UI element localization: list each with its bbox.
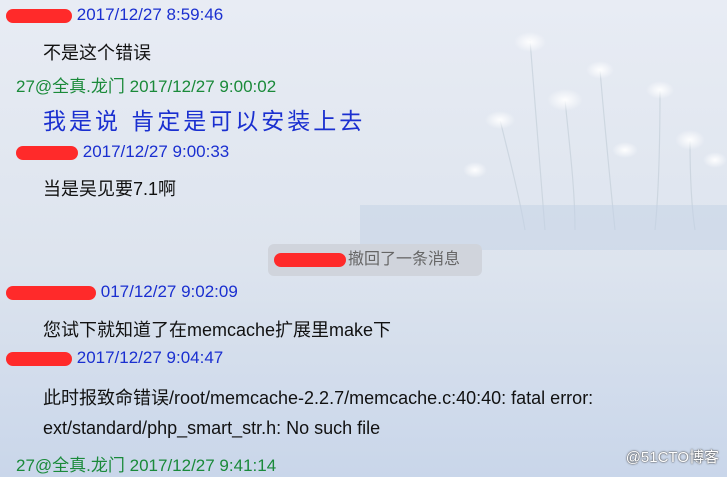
message-timestamp: 017/12/27 9:02:09 [100, 282, 238, 301]
redacted-sender-name [274, 252, 346, 267]
sender-name: 27@全真.龙门 [16, 77, 125, 96]
message-text: 当是吴见要7.1啊 [43, 179, 177, 199]
redacted-sender-name [6, 351, 72, 366]
message-timestamp: 2017/12/27 9:00:33 [82, 142, 230, 161]
message-text: 不是这个错误 [43, 43, 151, 63]
watermark: @51CTO博客 [625, 449, 719, 466]
redacted-sender-name [6, 8, 72, 23]
background-flowers-image [360, 32, 727, 250]
message-text-line-1: 此时报致命错误/root/memcache-2.2.7/memcache.c:4… [43, 388, 594, 408]
redacted-sender-name [6, 285, 96, 300]
message-text: 您试下就知道了在memcache扩展里make下 [43, 320, 392, 340]
recall-notice-text: 撤回了一条消息 [348, 251, 461, 268]
recall-notice: 撤回了一条消息 [268, 244, 482, 276]
redacted-sender-name [16, 145, 78, 160]
message-timestamp: 2017/12/27 9:04:47 [76, 348, 224, 367]
message-text-large: 我是说 肯定是可以安装上去 [43, 109, 366, 135]
message-text-line-2: ext/standard/php_smart_str.h: No such fi… [43, 418, 381, 438]
message-timestamp: 2017/12/27 9:41:14 [129, 456, 277, 475]
message-timestamp: 2017/12/27 9:00:02 [129, 77, 277, 96]
sender-name: 27@全真.龙门 [16, 456, 125, 475]
message-timestamp: 2017/12/27 8:59:46 [76, 5, 224, 24]
